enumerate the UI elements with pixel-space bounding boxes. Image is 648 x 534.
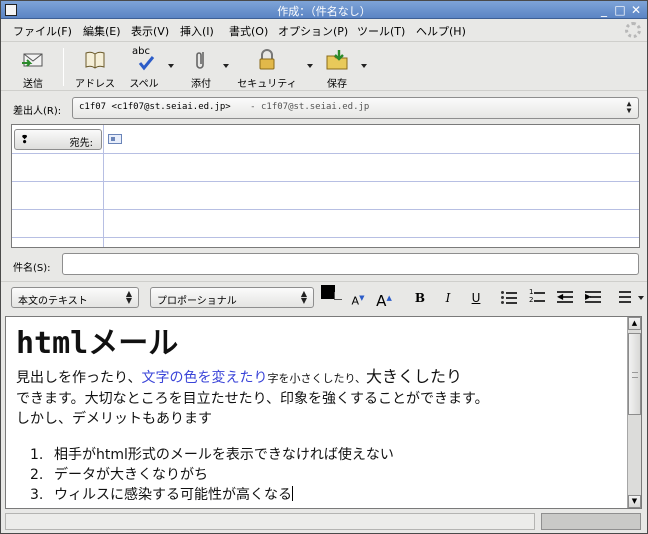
list-item: 2. データが大きくなりがち: [30, 467, 208, 483]
main-toolbar: 送信 アドレス abc スペル 添付 セキュリティ 保存: [1, 41, 647, 91]
text-color-button[interactable]: [321, 285, 335, 299]
numbered-list-icon[interactable]: 1. 2.: [529, 288, 545, 305]
italic-button[interactable]: I: [439, 289, 457, 307]
close-button[interactable]: ✕: [629, 3, 643, 17]
recipient-column-divider: [103, 125, 104, 247]
menu-help[interactable]: ヘルプ(H): [416, 23, 466, 39]
vertical-scrollbar[interactable]: ▲ ▼: [627, 317, 641, 508]
save-dropdown-icon[interactable]: [361, 64, 367, 68]
compose-window: 作成：（件名なし） _ □ ✕ ファイル(F) 編集(E) 表示(V) 挿入(I…: [0, 0, 648, 534]
pin-icon: ❢: [20, 133, 30, 146]
menu-options[interactable]: オプション(P): [278, 23, 348, 39]
font-select[interactable]: プロポーショナル ▲ ▼: [150, 287, 314, 308]
smaller-font-icon[interactable]: A▼: [349, 289, 367, 308]
recipient-row-line: [12, 209, 639, 210]
scrollbar-thumb[interactable]: [628, 333, 641, 415]
attach-button[interactable]: 添付: [187, 48, 215, 90]
security-button[interactable]: セキュリティ: [237, 48, 297, 90]
recipient-type-select[interactable]: ❢ 宛先:: [14, 129, 102, 150]
from-label: 差出人(R):: [13, 106, 62, 117]
menu-format[interactable]: 書式(O): [229, 23, 268, 39]
recipient-row-line: [12, 153, 639, 154]
list-item: 1. 相手がhtml形式のメールを表示できなければ使えない: [30, 447, 394, 463]
paperclip-icon: [189, 48, 213, 72]
menu-file[interactable]: ファイル(F): [13, 23, 72, 39]
address-book-icon: [83, 48, 107, 72]
body-line-1: 見出しを作ったり、文字の色を変えたり字を小さくしたり、大きくしたり: [16, 367, 463, 386]
scroll-down-icon[interactable]: ▼: [628, 495, 641, 508]
updown-arrows-icon: ▲ ▼: [300, 289, 308, 305]
security-dropdown-icon[interactable]: [307, 64, 313, 68]
align-dropdown-icon[interactable]: [638, 296, 644, 300]
from-select[interactable]: c1f07 <c1f07@st.seiai.ed.jp> - c1f07@st.…: [72, 97, 639, 119]
spell-button[interactable]: abc スペル: [127, 46, 161, 90]
progress-panel: [541, 513, 641, 530]
body-editor[interactable]: htmlメール 見出しを作ったり、文字の色を変えたり字を小さくしたり、大きくした…: [6, 317, 627, 508]
spell-dropdown-icon[interactable]: [168, 64, 174, 68]
large-text: 大きくしたり: [366, 367, 463, 386]
maximize-icon[interactable]: □: [613, 3, 627, 17]
menu-tools[interactable]: ツール(T): [357, 23, 405, 39]
small-text: 字を小さくしたり、: [267, 372, 367, 385]
activity-throbber-icon: [625, 22, 641, 38]
recipient-row-line: [12, 181, 639, 182]
indent-icon[interactable]: ▶: [585, 289, 601, 305]
menu-insert[interactable]: 挿入(I): [180, 23, 214, 39]
contact-card-icon: [108, 134, 122, 144]
body-line-2: できます。大切なところを目立たせたり、印象を強くすることができます。: [16, 391, 489, 407]
minimize-button[interactable]: _: [597, 3, 611, 17]
bullet-list-icon[interactable]: [501, 289, 517, 305]
menu-edit[interactable]: 編集(E): [83, 23, 121, 39]
subject-label: 件名(S):: [13, 263, 51, 274]
recipient-row-line: [12, 237, 639, 238]
subject-input[interactable]: [62, 253, 639, 275]
align-icon[interactable]: [619, 289, 635, 305]
paragraph-style-select[interactable]: 本文のテキスト ▲ ▼: [11, 287, 139, 308]
send-button[interactable]: 送信: [15, 48, 51, 90]
menu-view[interactable]: 表示(V): [131, 23, 169, 39]
body-line-3: しかし、デメリットもあります: [16, 411, 212, 427]
text-cursor: [292, 486, 293, 501]
recipient-list[interactable]: ❢ 宛先:: [11, 124, 640, 248]
updown-arrows-icon: ▲ ▼: [626, 99, 632, 115]
address-button[interactable]: アドレス: [73, 48, 117, 90]
menu-bar: ファイル(F) 編集(E) 表示(V) 挿入(I) 書式(O) オプション(P)…: [1, 19, 647, 41]
scroll-up-icon[interactable]: ▲: [628, 317, 641, 330]
spell-check-icon: abc: [132, 46, 156, 72]
toolbar-separator: [63, 48, 64, 86]
list-item: 3. ウィルスに感染する可能性が高くなる: [30, 486, 293, 503]
updown-arrows-icon: ▲ ▼: [125, 289, 133, 305]
underline-button[interactable]: U: [467, 289, 485, 307]
lock-icon: [255, 48, 279, 72]
from-account: - c1f07@st.seiai.ed.jp: [250, 102, 370, 112]
status-bar: [1, 510, 647, 533]
save-button[interactable]: 保存: [323, 48, 351, 90]
attach-dropdown-icon[interactable]: [223, 64, 229, 68]
send-icon: [21, 48, 45, 72]
colored-text: 文字の色を変えたり: [141, 370, 268, 386]
background-color-icon: [334, 292, 342, 300]
title-bar[interactable]: 作成：（件名なし） _ □ ✕: [1, 1, 647, 19]
message-body[interactable]: htmlメール 見出しを作ったり、文字の色を変えたり字を小さくしたり、大きくした…: [5, 316, 642, 509]
status-text-panel: [5, 513, 535, 530]
numbered-list: 1. 相手がhtml形式のメールを表示できなければ使えない 2. データが大きくなり…: [16, 445, 627, 505]
from-identity: c1f07 <c1f07@st.seiai.ed.jp>: [79, 102, 231, 112]
larger-font-icon[interactable]: A▲: [375, 289, 393, 310]
body-heading: htmlメール: [16, 326, 179, 361]
outdent-icon[interactable]: ◀: [557, 289, 573, 305]
window-title: 作成：（件名なし）: [277, 5, 371, 18]
bold-button[interactable]: B: [411, 289, 429, 307]
save-folder-icon: [325, 48, 349, 72]
